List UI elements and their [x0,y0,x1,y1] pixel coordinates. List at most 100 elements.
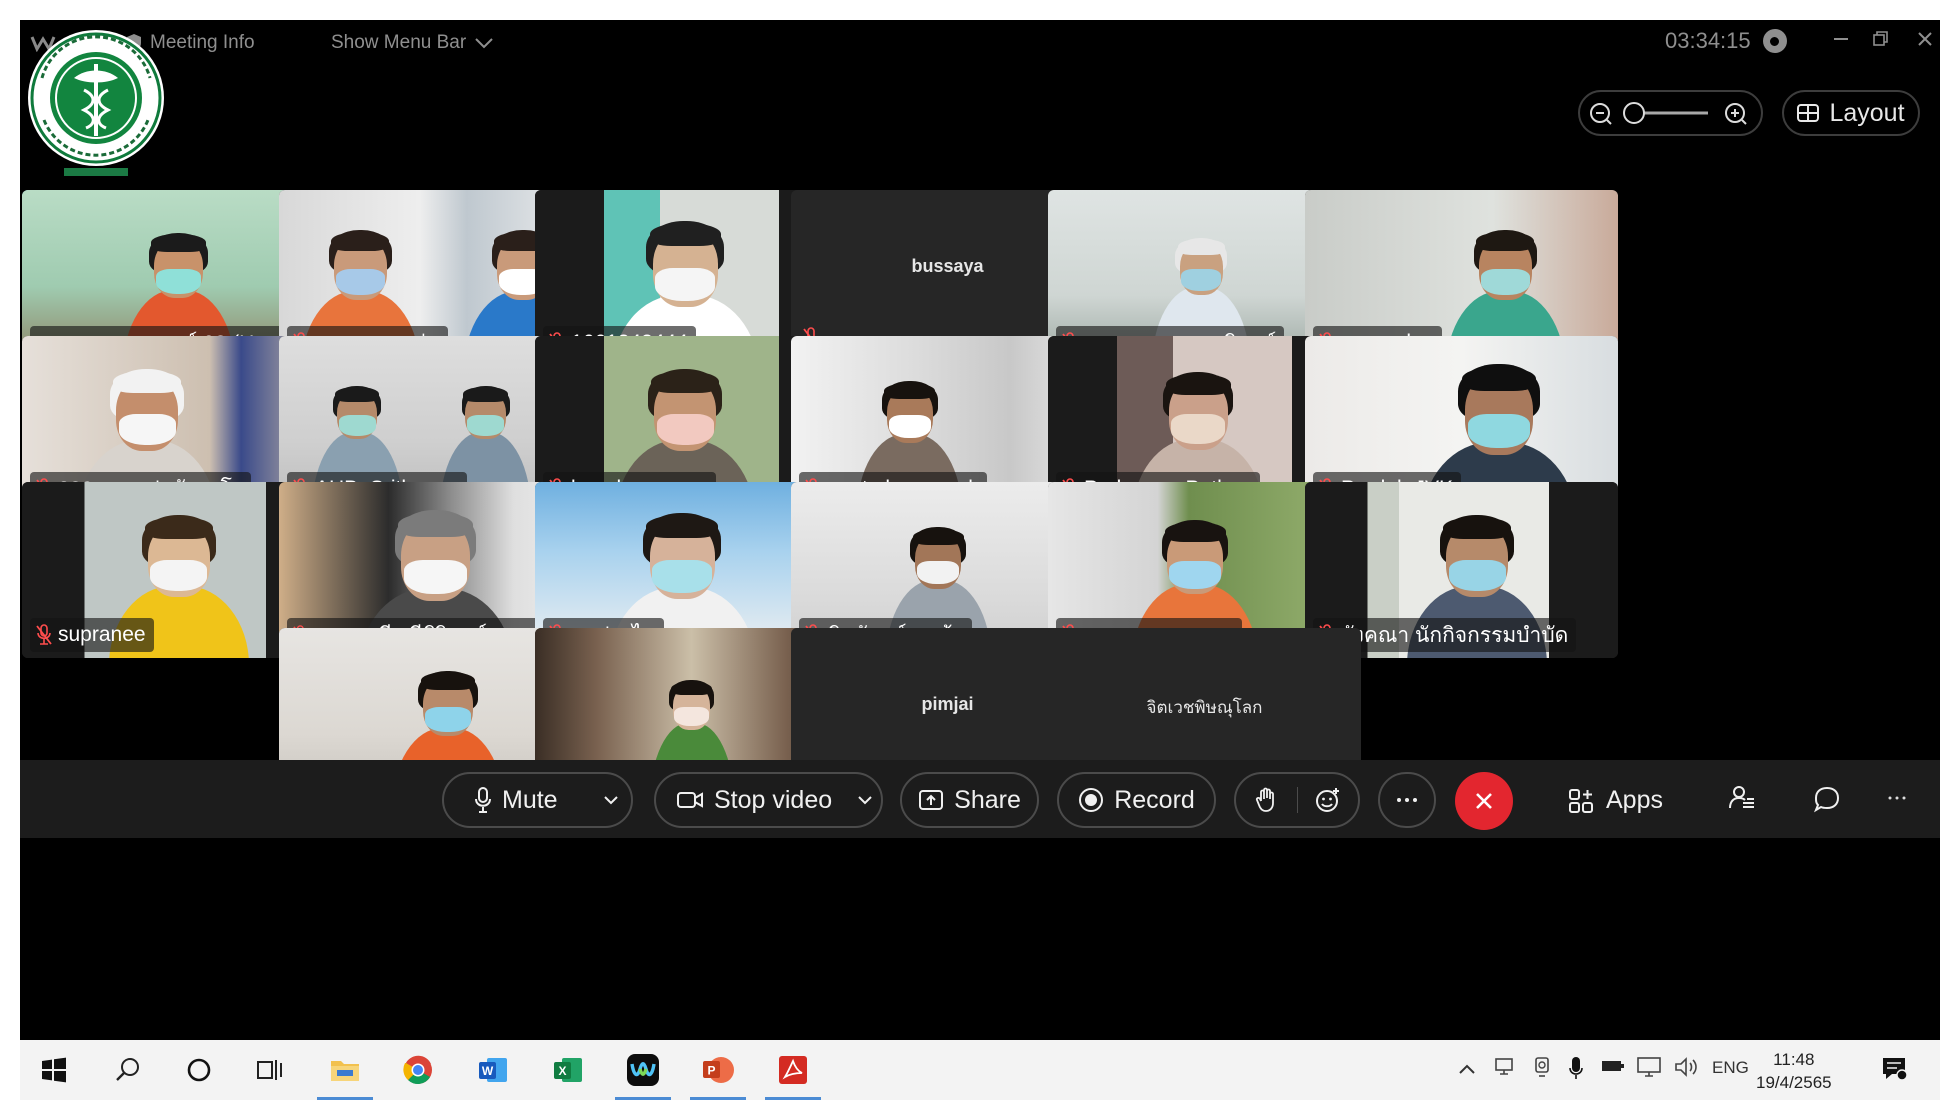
close-icon [1476,793,1492,809]
svg-text:P: P [707,1064,715,1078]
cortana-button[interactable] [179,1050,219,1090]
display-icon[interactable] [1636,1056,1662,1083]
emoji-reaction-icon [1315,788,1339,812]
record-icon [1079,788,1104,812]
ministry-of-public-health-logo [26,28,166,176]
acrobat-active-indicator [765,1097,821,1100]
layout-button[interactable]: Layout [1782,90,1920,136]
clock-date: 19/4/2565 [1756,1073,1832,1092]
participant-name: อังคณา นักกิจกรรมบำบัด [1341,623,1569,647]
battery-icon[interactable] [1600,1056,1626,1081]
chat-button[interactable] [1813,785,1841,813]
input-language-indicator[interactable]: ENG [1712,1058,1749,1078]
mute-label: Mute [502,785,558,814]
webex-taskbar-button[interactable] [623,1050,663,1090]
cortana-circle-icon [187,1058,211,1082]
more-panels-button[interactable] [1888,796,1906,800]
notifications-button[interactable] [1880,1054,1908,1087]
microphone-tray-icon[interactable] [1568,1056,1584,1085]
minimize-icon [1834,38,1848,40]
webex-active-indicator [615,1097,671,1100]
mute-options-chevron-icon[interactable] [603,794,619,806]
close-icon [1918,32,1932,46]
video-options-chevron-icon[interactable] [857,794,873,806]
acrobat-button[interactable] [773,1050,813,1090]
powerpoint-active-indicator [690,1097,746,1100]
stop-video-button[interactable]: Stop video [654,772,883,828]
show-hidden-icons-button[interactable] [1458,1060,1476,1080]
apps-button[interactable]: Apps [1568,786,1663,815]
stop-video-label: Stop video [714,785,833,814]
windows-logo-icon [42,1057,66,1083]
video-zoom-control[interactable] [1578,90,1763,136]
excel-icon: X [554,1058,582,1082]
chat-bubble-icon [1813,786,1840,813]
powerpoint-button[interactable]: P [698,1050,738,1090]
share-button[interactable]: Share [900,772,1039,828]
windows-taskbar: W X P ENG 11:48 19/4/2565 [20,1040,1940,1100]
raise-hand-button[interactable] [1236,787,1298,813]
task-view-button[interactable] [250,1050,290,1090]
video-camera-icon [677,792,703,808]
recording-status-icon [1762,29,1787,53]
zoom-in-icon [1725,103,1747,125]
raise-hand-icon [1256,787,1275,812]
device-icon[interactable] [1532,1056,1552,1083]
pdf-reader-icon [779,1056,807,1084]
reactions-group [1234,772,1360,828]
search-icon [116,1058,139,1081]
zoom-slider-thumb [1623,102,1645,124]
excel-button[interactable]: X [548,1050,588,1090]
minimize-button[interactable] [1832,28,1850,54]
file-explorer-active-indicator [317,1097,373,1100]
webex-meeting-window: Meeting Info Show Menu Bar 03:34:15 Layo… [20,20,1940,1040]
powerpoint-icon: P [703,1057,734,1083]
meeting-controls-toolbar: Mute Stop video Share Record Apps [20,760,1940,838]
taskbar-clock[interactable]: 11:48 19/4/2565 [1756,1048,1832,1094]
mute-button[interactable]: Mute [442,772,633,828]
folder-icon [331,1061,359,1081]
word-button[interactable]: W [473,1050,513,1090]
share-label: Share [954,785,1021,814]
more-horizontal-icon [1888,796,1906,800]
start-button[interactable] [34,1050,74,1090]
layout-label: Layout [1829,98,1905,127]
task-view-icon [257,1060,282,1080]
chevron-down-icon [475,38,493,49]
chrome-button[interactable] [398,1050,438,1090]
volume-icon[interactable] [1674,1056,1700,1083]
file-explorer-button[interactable] [325,1050,365,1090]
record-label: Record [1114,785,1195,814]
more-horizontal-icon [1397,798,1417,802]
clock-time: 11:48 [1773,1050,1815,1069]
microphone-icon [475,787,491,813]
chevron-up-icon [1459,1064,1475,1074]
participant-name: จิตเวชพิษณุโลก [1146,698,1263,717]
timer-text: 03:34:15 [1665,28,1751,53]
webex-icon [627,1054,659,1086]
svg-text:W: W [482,1064,494,1078]
show-menu-bar-label: Show Menu Bar [331,32,467,53]
network-status-icon[interactable] [1494,1056,1518,1083]
participants-button[interactable] [1728,784,1756,812]
svg-text:X: X [558,1064,566,1078]
word-icon: W [479,1058,507,1082]
show-menu-bar-button[interactable]: Show Menu Bar [331,32,494,54]
close-window-button[interactable] [1916,28,1934,54]
more-options-button[interactable] [1378,772,1436,828]
participants-icon [1729,786,1754,809]
participant-name: supranee [58,623,146,646]
search-button[interactable] [108,1050,148,1090]
record-button[interactable]: Record [1057,772,1216,828]
notification-icon [1883,1058,1908,1081]
leave-meeting-button[interactable] [1455,772,1513,830]
participant-name-label: supranee [30,618,154,652]
apps-label: Apps [1606,786,1663,814]
apps-icon [1569,788,1593,813]
restore-button[interactable] [1872,28,1890,54]
share-icon [919,790,944,810]
meeting-timer: 03:34:15 [1665,28,1787,54]
muted-mic-icon [36,624,52,645]
zoom-out-icon [1590,103,1612,125]
reactions-button[interactable] [1298,787,1359,813]
